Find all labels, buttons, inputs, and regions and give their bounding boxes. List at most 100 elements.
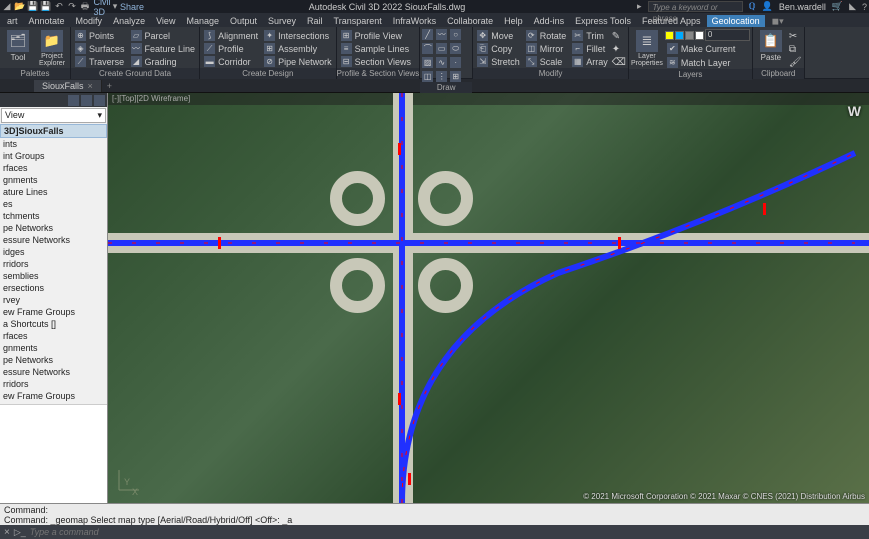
ucs-icon[interactable]: YX <box>114 465 144 497</box>
pipenetwork-button[interactable]: ⊘Pipe Network <box>262 55 334 68</box>
alignment-line[interactable] <box>108 240 869 246</box>
ribbon-tab[interactable]: Annotate <box>24 15 70 27</box>
print-icon[interactable]: 🖶 <box>80 2 90 12</box>
view-filter-select[interactable]: View▾ <box>1 108 106 123</box>
hatch-icon[interactable]: ▨ <box>422 57 433 68</box>
freeze-icon[interactable] <box>675 31 684 40</box>
alignment-button[interactable]: ⟆Alignment <box>202 29 260 42</box>
command-input[interactable] <box>30 527 865 537</box>
cmd-icon[interactable]: ▷_ <box>14 527 26 538</box>
traverse-button[interactable]: ⟋Traverse <box>73 55 127 68</box>
color-icon[interactable] <box>695 31 704 40</box>
saveas-icon[interactable]: 💾 <box>41 2 51 12</box>
tree-item[interactable]: int Groups <box>0 150 107 162</box>
parcel-button[interactable]: ▱Parcel <box>129 29 198 42</box>
tree-item[interactable]: idges <box>0 246 107 258</box>
circle-icon[interactable]: ○ <box>450 29 461 40</box>
move-button[interactable]: ✥Move <box>475 29 522 42</box>
tree-item[interactable]: rridors <box>0 378 107 390</box>
tree-item[interactable]: rridors <box>0 258 107 270</box>
array-button[interactable]: ▦Array <box>570 55 610 68</box>
tree-item[interactable]: ersections <box>0 282 107 294</box>
project-explorer-button[interactable]: 📁Project Explorer <box>36 29 68 68</box>
save-icon[interactable]: 💾 <box>28 2 38 12</box>
lock-icon[interactable] <box>685 31 694 40</box>
file-tab[interactable]: SiouxFalls× <box>34 80 102 92</box>
scale-button[interactable]: ⤡Scale <box>524 55 569 68</box>
tree-item[interactable]: ints <box>0 138 107 150</box>
profileview-button[interactable]: ⊞Profile View <box>339 29 413 42</box>
new-tab-button[interactable]: + <box>102 81 117 91</box>
explode-icon[interactable]: ✦ <box>612 44 626 55</box>
matchlayer-button[interactable]: ≋Match Layer <box>665 56 750 69</box>
ribbon-pin-icon[interactable]: ◼▾ <box>772 16 784 27</box>
rotate-button[interactable]: ⟳Rotate <box>524 29 569 42</box>
points-button[interactable]: ⊕Points <box>73 29 127 42</box>
stretch-button[interactable]: ⇲Stretch <box>475 55 522 68</box>
more-icon[interactable]: ⋮ <box>436 71 447 82</box>
makecurrent-button[interactable]: ✔Make Current <box>665 42 750 55</box>
tree-item[interactable]: gnments <box>0 342 107 354</box>
tree-item[interactable]: pe Networks <box>0 222 107 234</box>
ellipse-icon[interactable]: ⬭ <box>450 43 461 54</box>
arc-icon[interactable]: ⌒ <box>422 43 433 54</box>
tree-item[interactable]: essure Networks <box>0 366 107 378</box>
layerprops-button[interactable]: ≣Layer Properties <box>631 29 663 68</box>
tree-item[interactable]: rfaces <box>0 162 107 174</box>
toolbar-icon[interactable] <box>94 95 105 106</box>
grading-button[interactable]: ◢Grading <box>129 55 198 68</box>
paste-button[interactable]: 📋Paste <box>755 29 787 63</box>
ribbon-tab[interactable]: InfraWorks <box>388 15 441 27</box>
workspace-switch[interactable]: Civil 3D <box>97 2 107 12</box>
ribbon-tab[interactable]: Collaborate <box>442 15 498 27</box>
toolspace-button[interactable]: 🗂Tool <box>2 29 34 63</box>
toolbar-icon[interactable] <box>68 95 79 106</box>
tree-item[interactable]: gnments <box>0 174 107 186</box>
app-icon2[interactable]: ◣ <box>849 1 856 12</box>
tree-item[interactable]: rfaces <box>0 330 107 342</box>
line-icon[interactable]: ╱ <box>422 29 433 40</box>
tree-item[interactable]: ew Frame Groups <box>0 306 107 318</box>
user-name[interactable]: Ben.wardell <box>779 2 826 12</box>
share-button[interactable]: Share <box>127 2 137 12</box>
panel-title[interactable]: Create Ground Data <box>71 68 199 79</box>
signin-icon[interactable]: 👤 <box>762 1 773 12</box>
tree-item[interactable]: a Shortcuts [] <box>0 318 107 330</box>
extend-icon[interactable]: ✎ <box>612 31 626 42</box>
ribbon-tab[interactable]: Add-ins <box>529 15 570 27</box>
open-icon[interactable]: 📂 <box>15 2 25 12</box>
station-tick[interactable] <box>763 203 766 215</box>
station-tick[interactable] <box>218 237 221 249</box>
panel-title[interactable]: Modify <box>473 68 628 79</box>
more2-icon[interactable]: ⊞ <box>450 71 461 82</box>
viewcube[interactable]: W <box>848 103 861 119</box>
assembly-button[interactable]: ⊞Assembly <box>262 42 334 55</box>
station-tick[interactable] <box>398 393 401 405</box>
panel-title[interactable]: Layers <box>629 69 752 80</box>
close-cmdline-icon[interactable]: × <box>4 527 10 538</box>
dropdown-icon[interactable]: ▾ <box>110 2 120 12</box>
cut-icon[interactable]: ✂ <box>789 31 802 42</box>
panel-title[interactable]: Create Design <box>200 68 336 79</box>
intersections-button[interactable]: ✦Intersections <box>262 29 334 42</box>
infocenter-search[interactable]: Type a keyword or phrase <box>648 1 743 12</box>
ribbon-tab[interactable]: Modify <box>71 15 108 27</box>
command-history[interactable]: Command: Command: _geomap Select map typ… <box>0 503 869 525</box>
station-tick[interactable] <box>398 143 401 155</box>
matchprop-icon[interactable]: 🖌 <box>789 57 802 68</box>
featureline-button[interactable]: 〰Feature Line <box>129 42 198 55</box>
region-icon[interactable]: ◫ <box>422 71 433 82</box>
fillet-button[interactable]: ⌐Fillet <box>570 42 610 55</box>
rect-icon[interactable]: ▭ <box>436 43 447 54</box>
tree-item[interactable]: pe Networks <box>0 354 107 366</box>
bulb-icon[interactable] <box>665 31 674 40</box>
model-viewport[interactable]: [-][Top][2D Wireframe] W YX © 2021 Micro… <box>108 93 869 503</box>
corridor-button[interactable]: ▬Corridor <box>202 55 260 68</box>
app-icon[interactable]: ◢ <box>2 2 12 12</box>
ribbon-tab[interactable]: Express Tools <box>570 15 636 27</box>
erase-icon[interactable]: ⌫ <box>612 57 626 68</box>
tree-item[interactable]: tchments <box>0 210 107 222</box>
undo-icon[interactable]: ↶ <box>54 2 64 12</box>
help-icon[interactable]: ℚ <box>749 1 756 12</box>
pline-icon[interactable]: 〰 <box>436 29 447 40</box>
